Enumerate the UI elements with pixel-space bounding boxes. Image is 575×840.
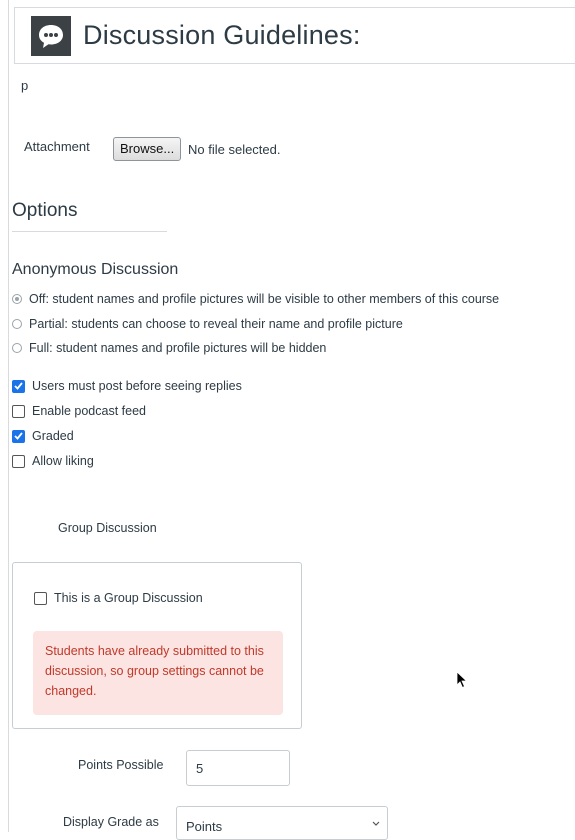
options-divider — [12, 231, 167, 232]
radio-option-partial[interactable]: Partial: students can choose to reveal t… — [12, 317, 403, 331]
checkbox[interactable] — [12, 379, 25, 393]
checkbox[interactable] — [12, 429, 25, 443]
mouse-cursor-icon — [456, 671, 468, 689]
attachment-label: Attachment — [24, 139, 90, 154]
page-title: Discussion Guidelines: — [83, 20, 361, 50]
radio-option-off[interactable]: Off: student names and profile pictures … — [12, 292, 499, 306]
radio-button[interactable] — [12, 343, 22, 353]
checkbox[interactable] — [12, 454, 25, 468]
page-header: Discussion Guidelines: — [14, 7, 575, 64]
radio-button[interactable] — [12, 319, 22, 329]
group-locked-alert: Students have already submitted to this … — [33, 631, 283, 715]
browse-button[interactable]: Browse... — [113, 137, 182, 161]
checkbox-label: Users must post before seeing replies — [32, 379, 242, 393]
checkbox-allow-liking[interactable]: Allow liking — [12, 454, 94, 468]
checkbox-must-post[interactable]: Users must post before seeing replies — [12, 379, 242, 393]
group-settings-box: This is a Group Discussion Students have… — [12, 562, 302, 729]
anonymous-heading: Anonymous Discussion — [12, 261, 179, 278]
discussion-icon — [31, 15, 71, 56]
display-grade-select[interactable]: Points — [176, 806, 388, 840]
checkbox[interactable] — [12, 404, 25, 418]
checkmark-icon — [14, 382, 23, 390]
radio-option-full[interactable]: Full: student names and profile pictures… — [12, 341, 326, 355]
checkbox-graded[interactable]: Graded — [12, 429, 74, 443]
chevron-down-icon — [372, 821, 380, 826]
radio-label: Off: student names and profile pictures … — [29, 292, 500, 306]
checkbox-label: Graded — [32, 429, 74, 443]
checkbox-label: Enable podcast feed — [32, 404, 146, 418]
file-status: No file selected. — [188, 142, 281, 157]
checkbox-label: This is a Group Discussion — [54, 591, 203, 605]
checkbox-label: Allow liking — [32, 454, 94, 468]
points-possible-label: Points Possible — [78, 758, 164, 772]
checkbox-podcast[interactable]: Enable podcast feed — [12, 404, 146, 418]
radio-label: Partial: students can choose to reveal t… — [29, 317, 403, 331]
group-discussion-heading: Group Discussion — [58, 521, 157, 535]
display-grade-label: Display Grade as — [63, 815, 159, 829]
radio-button[interactable] — [12, 294, 22, 304]
body-text: p — [21, 78, 29, 93]
points-possible-input[interactable] — [186, 750, 290, 786]
radio-label: Full: student names and profile pictures… — [29, 341, 327, 355]
checkbox-group-discussion[interactable]: This is a Group Discussion — [34, 591, 203, 605]
options-heading: Options — [12, 200, 78, 221]
checkmark-icon — [14, 432, 23, 440]
checkbox[interactable] — [34, 591, 47, 605]
page-edge — [0, 0, 9, 832]
